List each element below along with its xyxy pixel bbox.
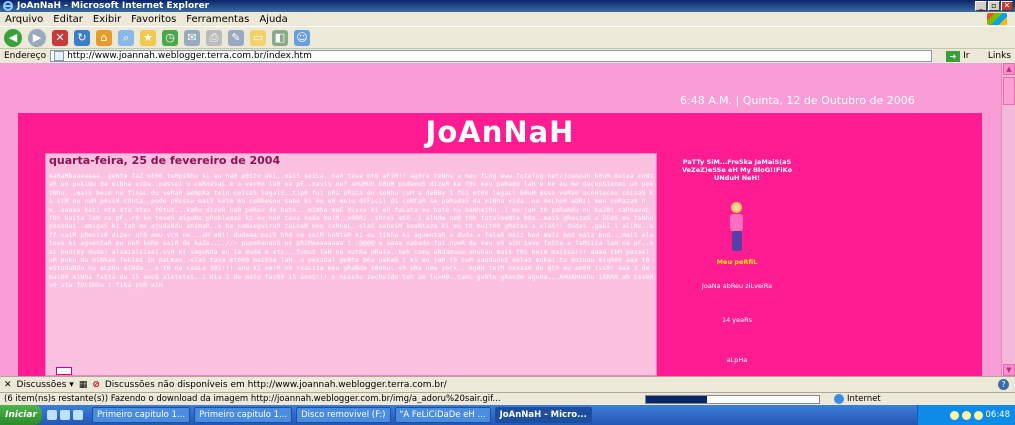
window-controls: _ ▫ ✕ <box>975 1 1013 11</box>
profile-school: aLpHa <box>726 356 748 364</box>
warning-icon: ⊘ <box>92 379 100 390</box>
title-bar: JoAnNaH - Microsoft Internet Explorer _ … <box>0 0 1015 12</box>
links-button[interactable]: Links <box>988 51 1011 61</box>
post-box: quarta-feira, 25 de fevereiro de 2004 ka… <box>45 153 657 376</box>
download-progress <box>645 394 820 404</box>
task-removable-disk[interactable]: Disco removivel (F:) <box>296 407 391 423</box>
profile-name: JoaNa abReu ziLveiRa <box>701 282 773 290</box>
sidebar-dot-1: · <box>735 298 739 306</box>
desktop-quicklaunch-icon[interactable] <box>60 410 70 420</box>
scroll-thumb[interactable] <box>1003 77 1015 105</box>
start-button[interactable]: Iniciar <box>0 405 42 425</box>
vertical-scrollbar[interactable]: ▲ ▼ <box>1001 63 1015 376</box>
profile-sidebar: PaTTy SiM...FreSka JaMaiS(aS VeZeZ)eSSe … <box>672 158 802 364</box>
avatar-torso <box>730 214 743 231</box>
stop-icon[interactable]: ✕ <box>52 29 68 46</box>
menu-bar: Arquivo Editar Exibir Favoritos Ferramen… <box>0 12 1015 26</box>
menu-favoritos[interactable]: Favoritos <box>126 14 181 25</box>
scroll-up-icon[interactable]: ▲ <box>1003 63 1015 75</box>
site-banner: JoAnNaH <box>18 113 982 153</box>
page-datetime: 6:48 A.M. | Quinta, 12 de Outubro de 200… <box>680 94 915 107</box>
profile-motto: PaTTy SiM...FreSka JaMaiS(aS VeZeZ)eSSe … <box>681 158 793 182</box>
task-word-2[interactable]: Primeiro capitulo 1... <box>194 407 293 423</box>
profile-link[interactable]: Meu peRfiL <box>672 258 802 266</box>
clock[interactable]: 06:48 <box>986 410 1011 420</box>
favorites-icon[interactable]: ★ <box>140 29 156 46</box>
maximize-button[interactable]: ▫ <box>988 1 1000 11</box>
menu-ferramentas[interactable]: Ferramentas <box>181 14 254 25</box>
profile-age: 14 yeaRs <box>721 316 753 324</box>
discussions-menu[interactable]: Discussões ▾ <box>17 380 74 390</box>
toolbar: ◀ ▶ ✕ ↻ ⌂ ⌕ ★ ◷ ✉ ⎙ ✎ ▭ ◧ ☺ <box>0 26 1015 48</box>
menu-editar[interactable]: Editar <box>48 14 88 25</box>
avatar-legs <box>732 231 742 251</box>
back-icon[interactable]: ◀ <box>4 28 22 47</box>
close-discussions-icon[interactable]: ✕ <box>4 380 12 390</box>
zone-label: Internet <box>847 394 881 404</box>
avatar-head <box>731 202 742 213</box>
forward-icon[interactable]: ▶ <box>28 28 46 47</box>
task-word-1[interactable]: Primeiro capitulo 1... <box>92 407 191 423</box>
address-url: http://www.joannah.weblogger.terra.com.b… <box>67 51 312 61</box>
address-bar: Endereço http://www.joannah.weblogger.te… <box>0 48 1015 63</box>
home-icon[interactable]: ⌂ <box>96 29 112 46</box>
minimize-button[interactable]: _ <box>975 1 987 11</box>
discussion-tools-icon[interactable]: ▦ <box>79 380 88 390</box>
go-label: Ir <box>963 51 970 61</box>
page-viewport: 6:48 A.M. | Quinta, 12 de Outubro de 200… <box>0 63 1001 376</box>
help-icon[interactable]: ? <box>998 379 1009 390</box>
go-button[interactable]: ➜ Ir <box>946 50 970 62</box>
menu-exibir[interactable]: Exibir <box>88 14 126 25</box>
task-felicidade[interactable]: "A FeLiCiDaDe eH ... <box>394 407 491 423</box>
menu-ajuda[interactable]: Ajuda <box>254 14 292 25</box>
security-zone: Internet <box>834 394 881 404</box>
taskbar: Iniciar Primeiro capitulo 1... Primeiro … <box>0 405 1015 425</box>
ie-quicklaunch-icon[interactable] <box>47 410 57 420</box>
refresh-icon[interactable]: ↻ <box>74 29 90 46</box>
menu-arquivo[interactable]: Arquivo <box>0 14 48 25</box>
tray-icon-2[interactable] <box>961 410 971 420</box>
edit-icon[interactable]: ✎ <box>228 29 244 46</box>
close-button[interactable]: ✕ <box>1001 1 1013 11</box>
history-icon[interactable]: ◷ <box>162 29 178 46</box>
go-arrow-icon: ➜ <box>946 50 961 62</box>
address-input[interactable]: http://www.joannah.weblogger.terra.com.b… <box>50 50 933 62</box>
status-bar: (6 item(ns)s restante(s)) Fazendo o down… <box>0 392 1015 405</box>
system-tray: 06:48 <box>917 405 1015 425</box>
status-text: (6 item(ns)s restante(s)) Fazendo o down… <box>4 394 501 404</box>
research-icon[interactable]: ◧ <box>272 29 288 46</box>
folder-icon[interactable]: ▭ <box>250 29 266 46</box>
messenger-icon[interactable]: ☺ <box>294 29 310 46</box>
site-title: JoAnNaH <box>425 115 575 149</box>
tray-icon-3[interactable] <box>973 410 983 420</box>
task-joannah-ie[interactable]: JoAnNaH - Micro... <box>494 407 592 423</box>
post-body: kaRaMbaaaaaaa..geNte faZ mt00 teMpiNhu k… <box>49 173 654 290</box>
search-icon[interactable]: ⌕ <box>118 29 134 46</box>
page-icon <box>54 51 65 61</box>
scroll-down-icon[interactable]: ▼ <box>1003 364 1015 376</box>
windows-flag-icon <box>987 13 1007 25</box>
quick-launch <box>42 410 88 420</box>
post-scroll-button[interactable] <box>56 367 72 375</box>
ie-logo-icon <box>3 1 13 11</box>
address-label: Endereço <box>4 51 47 61</box>
globe-icon <box>834 394 844 404</box>
download-progress-fill <box>646 395 707 403</box>
messenger-quicklaunch-icon[interactable] <box>73 410 83 420</box>
discussions-message: Discussões não disponíveis em http://www… <box>104 379 447 390</box>
mail-icon[interactable]: ✉ <box>184 29 200 46</box>
sidebar-dot-2: · <box>735 332 739 340</box>
discussions-bar: ✕ Discussões ▾ ▦ ⊘ Discussões não dispon… <box>0 376 1015 392</box>
print-icon[interactable]: ⎙ <box>206 29 222 46</box>
window-title: JoAnNaH - Microsoft Internet Explorer <box>17 1 210 11</box>
tray-icon-1[interactable] <box>949 410 959 420</box>
post-date: quarta-feira, 25 de fevereiro de 2004 <box>49 154 281 167</box>
avatar <box>725 202 749 252</box>
